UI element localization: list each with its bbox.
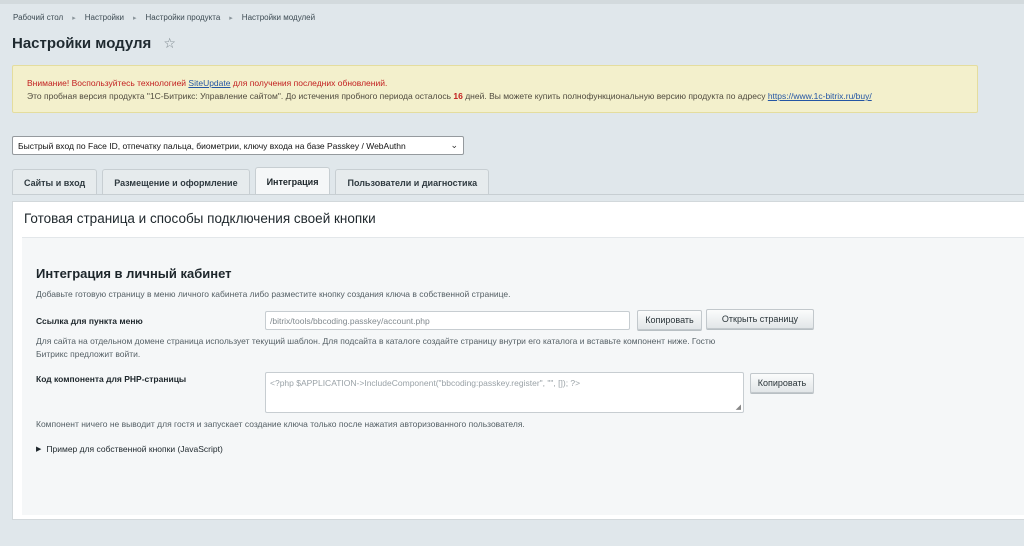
tab-sites-login[interactable]: Сайты и вход: [12, 169, 98, 195]
component-hint: Компонент ничего не выводит для гостя и …: [36, 419, 525, 429]
menu-link-hint: Для сайта на отдельном домене страница и…: [36, 335, 715, 361]
trial-alert: Внимание! Воспользуйтесь технологией Sit…: [12, 65, 978, 113]
page-title: Настройки модуля ☆: [12, 35, 176, 52]
js-example-label: Пример для собственной кнопки (JavaScrip…: [46, 444, 223, 454]
tab-users-diagnostics[interactable]: Пользователи и диагностика: [335, 169, 490, 195]
integration-section: Интеграция в личный кабинет Добавьте гот…: [22, 237, 1024, 515]
buy-link[interactable]: https://www.1c-bitrix.ru/buy/: [768, 91, 872, 101]
section-title: Интеграция в личный кабинет: [36, 266, 232, 281]
menu-link-label: Ссылка для пункта меню: [36, 316, 143, 326]
breadcrumb-separator-icon: ▸: [72, 14, 76, 22]
breadcrumb-item-product-settings[interactable]: Настройки продукта: [145, 13, 220, 22]
alert-line-update: Внимание! Воспользуйтесь технологией Sit…: [27, 77, 963, 90]
component-code-value: <?php $APPLICATION->IncludeComponent("bb…: [270, 378, 581, 388]
siteupdate-link[interactable]: SiteUpdate: [188, 78, 230, 88]
favorite-star-icon[interactable]: ☆: [163, 35, 176, 52]
module-select[interactable]: Быстрый вход по Face ID, отпечатку пальц…: [12, 136, 464, 155]
copy-component-button[interactable]: Копировать: [750, 373, 814, 393]
tab-placement-design[interactable]: Размещение и оформление: [102, 169, 250, 195]
panel-title: Готовая страница и способы подключения с…: [24, 211, 376, 226]
alert-text: Это пробная версия продукта "1С-Битрикс:…: [27, 91, 454, 101]
breadcrumb-item-desktop[interactable]: Рабочий стол: [13, 13, 63, 22]
top-border: [0, 0, 1024, 4]
trial-days-count: 16: [453, 91, 463, 101]
tab-panel: Готовая страница и способы подключения с…: [12, 201, 1024, 520]
breadcrumb-item-module-settings[interactable]: Настройки модулей: [242, 13, 315, 22]
alert-text: дней. Вы можете купить полнофункциональн…: [462, 91, 768, 101]
chevron-down-icon: ⌄: [450, 140, 458, 150]
tab-bar: Сайты и вход Размещение и оформление Инт…: [12, 167, 494, 195]
resize-grip-icon[interactable]: ◢: [736, 403, 741, 411]
tab-divider: [12, 194, 1024, 195]
module-select-value: Быстрый вход по Face ID, отпечатку пальц…: [18, 140, 406, 151]
menu-link-hint-line1: Для сайта на отдельном домене страница и…: [36, 336, 716, 346]
menu-link-input[interactable]: /bitrix/tools/bbcoding.passkey/account.p…: [265, 311, 630, 330]
tab-integration[interactable]: Интеграция: [254, 167, 331, 195]
breadcrumb-item-settings[interactable]: Настройки: [85, 13, 124, 22]
breadcrumb-separator-icon: ▸: [229, 14, 233, 22]
page-title-text: Настройки модуля: [12, 35, 152, 52]
alert-text: для получения последних обновлений.: [230, 78, 388, 88]
section-description: Добавьте готовую страницу в меню личного…: [36, 289, 511, 299]
alert-line-trial: Это пробная версия продукта "1С-Битрикс:…: [27, 90, 963, 103]
copy-link-button[interactable]: Копировать: [637, 310, 702, 330]
breadcrumb-separator-icon: ▸: [132, 14, 137, 22]
component-code-label: Код компонента для PHP-страницы: [36, 374, 187, 384]
breadcrumb: Рабочий стол ▸ Настройки ▸ Настройки про…: [13, 13, 315, 22]
alert-text: Внимание! Воспользуйтесь технологией: [27, 78, 189, 88]
js-example-toggle[interactable]: ▶ Пример для собственной кнопки (JavaScr…: [36, 444, 223, 454]
open-page-button[interactable]: Открыть страницу: [706, 309, 814, 329]
menu-link-hint-line2: Битрикс предложит войти.: [36, 349, 141, 359]
component-code-textarea[interactable]: <?php $APPLICATION->IncludeComponent("bb…: [265, 372, 744, 413]
triangle-right-icon: ▶: [36, 446, 42, 453]
